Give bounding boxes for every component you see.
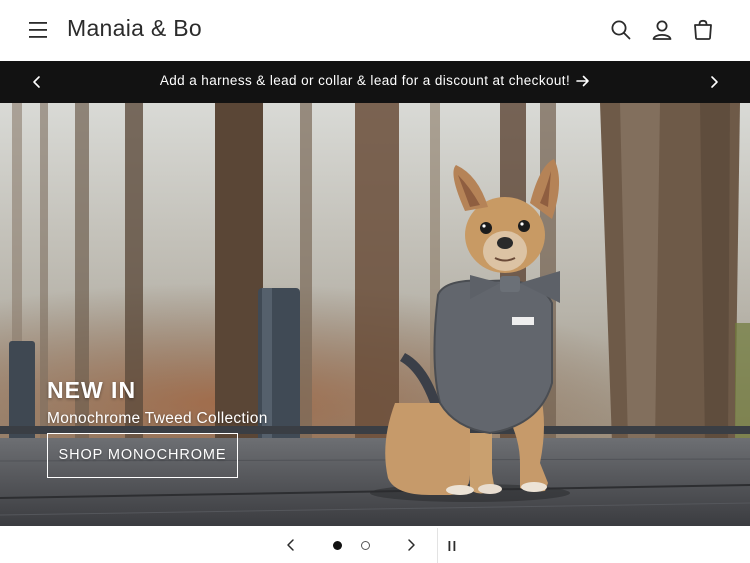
- controls-divider: [437, 528, 438, 563]
- hero-subtitle: Monochrome Tweed Collection: [47, 410, 268, 427]
- announcement-message[interactable]: Add a harness & lead or collar & lead fo…: [0, 73, 750, 90]
- slide-dot-1[interactable]: [333, 541, 342, 550]
- cart-icon[interactable]: [692, 19, 714, 41]
- slideshow-controls: [0, 526, 750, 563]
- site-header: Manaia & Bo: [0, 0, 750, 61]
- account-icon[interactable]: [651, 19, 673, 41]
- shop-monochrome-button[interactable]: SHOP MONOCHROME: [47, 433, 238, 478]
- hero-slide: NEW IN Monochrome Tweed Collection SHOP …: [0, 103, 750, 526]
- chevron-left-icon[interactable]: [283, 537, 299, 558]
- announcement-text: Add a harness & lead or collar & lead fo…: [159, 73, 571, 88]
- chevron-right-icon[interactable]: [705, 73, 723, 91]
- chevron-right-icon[interactable]: [403, 537, 419, 558]
- search-icon[interactable]: [610, 19, 632, 41]
- menu-icon[interactable]: [28, 20, 50, 40]
- slide-dot-2[interactable]: [361, 541, 370, 550]
- announcement-bar: Add a harness & lead or collar & lead fo…: [0, 61, 750, 103]
- arrow-right-icon: [576, 75, 590, 90]
- brand-logo[interactable]: Manaia & Bo: [67, 15, 202, 42]
- hero-title: NEW IN: [47, 377, 137, 403]
- hero-text-block: NEW IN Monochrome Tweed Collection: [47, 377, 268, 428]
- pause-icon[interactable]: [446, 539, 458, 557]
